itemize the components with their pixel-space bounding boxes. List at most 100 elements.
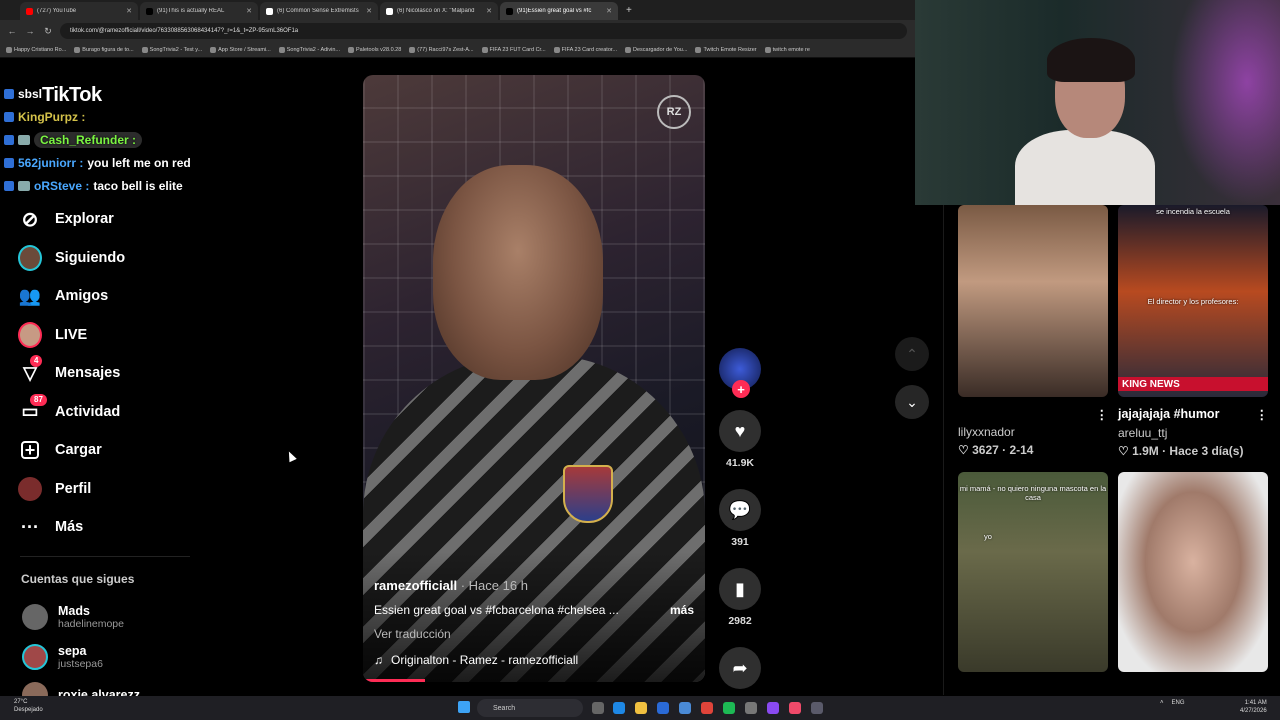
tab-close-icon[interactable]: ✕ [126,7,132,15]
bookmark-label: Descargador de You... [633,46,688,53]
app-icon[interactable] [811,702,823,714]
bookmark-item[interactable]: Paletools v28.0.28 [348,46,401,53]
file-explorer-icon[interactable] [635,702,647,714]
taskbar-clock[interactable]: 1:41 AM 4/27/2026 [1240,699,1267,715]
video-username[interactable]: ramezofficiall [374,578,457,593]
bookmark-item[interactable]: SongTrivia2 - Test y... [141,46,202,53]
comment-button[interactable]: 💬 [719,489,761,531]
more-options-icon[interactable]: ⋮ [1256,407,1269,422]
creator-avatar[interactable]: + [719,348,761,398]
sidebar-item-actividad[interactable]: ▭ 87 Actividad [18,393,198,432]
account-avatar [22,644,48,670]
windows-start-icon[interactable] [458,701,470,713]
more-options-icon[interactable]: ⋮ [1096,407,1109,422]
spotify-icon[interactable] [723,702,735,714]
bookmark-favicon-icon [210,46,217,53]
follow-plus-icon[interactable]: + [732,380,750,398]
taskbar-search[interactable]: Search [477,699,583,717]
browser-tab[interactable]: (91)Essien great goal vs #fc ✕ [500,2,618,20]
browser-tab[interactable]: (6) Common Sense Extremists ✕ [260,2,378,20]
bookmark-item[interactable]: (77) Racci97s Zest-A... [409,46,474,53]
weather-widget[interactable]: 27°C Despejado [14,698,43,714]
video-thumbnail[interactable]: mi mamá - no quiero ninguna mascota en l… [958,472,1108,672]
tab-close-icon[interactable]: ✕ [366,7,372,15]
mail-icon[interactable] [679,702,691,714]
sidebar-item-ms[interactable]: ··· Más [18,508,198,547]
edge-icon[interactable] [613,702,625,714]
tab-close-icon[interactable]: ✕ [246,7,252,15]
music-link[interactable]: ♫ Originalton - Ramez - ramezofficiall [374,653,694,667]
tray-chevron-icon[interactable]: ˄ [1160,700,1164,706]
next-video-button[interactable]: ⌄ [895,385,929,419]
tab-close-icon[interactable]: ✕ [486,7,492,15]
clock-date: 4/27/2026 [1240,708,1267,714]
back-icon[interactable]: ← [6,26,18,36]
video-thumbnail[interactable] [1118,472,1268,672]
bookmark-item[interactable]: App Store / Streami... [210,46,271,53]
upload-icon: + [18,438,42,462]
new-tab-icon[interactable]: + [620,2,638,20]
tab-close-icon[interactable]: ✕ [606,7,612,15]
browser-tab[interactable]: (6) Nicolasco on X: "Malparid ✕ [380,2,498,20]
app-icon[interactable] [745,702,757,714]
translate-link[interactable]: Ver traducción [374,627,694,641]
obs-icon[interactable] [767,702,779,714]
card-user[interactable]: areluu_ttj [1118,426,1268,440]
recommended-video-card[interactable]: se incendia la escuela El director y los… [1118,205,1268,458]
music-app-icon[interactable] [789,702,801,714]
forward-icon[interactable]: → [24,26,36,36]
bookmark-item[interactable]: SongTrivia2 - Adivin... [278,46,340,53]
sidebar-item-amigos[interactable]: 👥 Amigos [18,277,198,316]
sidebar-item-perfil[interactable]: Perfil [18,470,198,509]
bookmark-label: Happy Cristiano Ro... [14,46,67,53]
bookmark-item[interactable]: Burago figura de to... [74,46,134,53]
bookmark-item[interactable]: FIFA 23 Card creator... [553,46,617,53]
bookmark-item[interactable]: Happy Cristiano Ro... [6,46,67,53]
bookmark-item[interactable]: Twitch Emote Resizer [695,46,757,53]
sidebar-item-mensajes[interactable]: ▽ 4 Mensajes [18,354,198,393]
recommended-video-card[interactable]: mi mamá - no quiero ninguna mascota en l… [958,472,1108,672]
chat-username: KingPurpz : [18,109,86,124]
club-crest [563,465,613,523]
share-icon: ➦ [732,657,748,678]
recommended-video-card[interactable] [1118,472,1268,672]
browser-tab[interactable]: (727) YouTube ✕ [20,2,138,20]
bookmark-label: Burago figura de to... [82,46,134,53]
bookmark-item[interactable]: Descargador de You... [625,46,688,53]
more-link[interactable]: más [670,603,694,617]
video-thumbnail[interactable]: se incendia la escuela El director y los… [1118,205,1268,397]
url-field[interactable]: tiktok.com/@ramezofficiall/video/7633088… [60,23,907,39]
sidebar-item-explorar[interactable]: ⊘ Explorar [18,200,198,239]
chevron-down-icon: ⌄ [906,393,918,410]
chat-message: Cash_Refunder : [4,128,204,151]
player-head [433,165,603,380]
like-button[interactable]: ♥ [719,410,761,452]
sidebar-item-label: Actividad [55,403,121,420]
sidebar-item-live[interactable]: LIVE [18,316,198,355]
followed-account[interactable]: Mads hadelinemope [22,604,124,630]
browser-tab[interactable]: (91)This is actually REAL ✕ [140,2,258,20]
followed-account[interactable]: sepa justsepa6 [22,644,103,670]
video-player[interactable]: RZ ramezofficiall · Hace 16 h Essien gre… [363,75,705,682]
reload-icon[interactable]: ↻ [42,26,54,37]
sidebar-item-cargar[interactable]: + Cargar [18,431,198,470]
video-progress-bar[interactable] [363,679,425,682]
previous-video-button[interactable]: ⌃ [895,337,929,371]
save-button[interactable]: ▮ [719,568,761,610]
bookmark-label: twitch emote re [772,46,810,53]
language-indicator[interactable]: ENG [1172,700,1185,706]
video-thumbnail[interactable] [958,205,1108,397]
bookmark-item[interactable]: FIFA 23 FUT Card Cr... [481,46,546,53]
chrome-icon[interactable] [701,702,713,714]
heart-outline-icon: ♡ [958,443,973,457]
bookmark-item[interactable]: twitch emote re [764,46,810,53]
store-icon[interactable] [657,702,669,714]
share-button[interactable]: ➦ [719,647,761,689]
friends-icon: 👥 [18,285,42,306]
sidebar-item-siguiendo[interactable]: Siguiendo [18,239,198,278]
card-user[interactable]: lilyxxnador [958,425,1108,439]
recommended-video-card[interactable]: ⋮ lilyxxnador ♡ 3627 · 2-14 [958,205,1108,457]
task-view-icon[interactable] [592,702,604,714]
bookmark-label: FIFA 23 FUT Card Cr... [489,46,546,53]
activity-icon: ▭ 87 [18,393,47,424]
